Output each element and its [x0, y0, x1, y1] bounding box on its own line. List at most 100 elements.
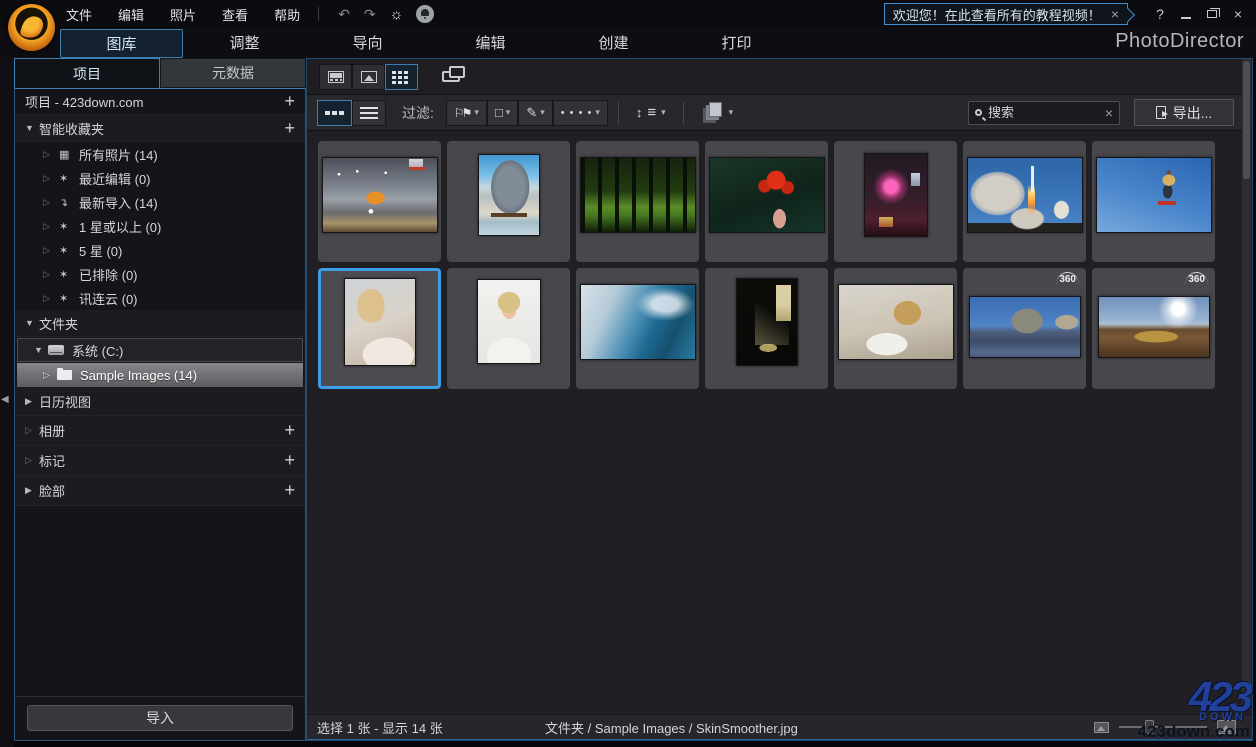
tab-guided[interactable]: 导向	[306, 29, 429, 58]
thumbnail-view-button[interactable]	[317, 99, 352, 126]
redo-icon[interactable]: ↷	[364, 6, 376, 23]
add-smart-collection-button[interactable]: +	[284, 118, 295, 139]
expand-icon[interactable]: ▷	[43, 173, 59, 184]
tree-item-five-star[interactable]: ▷ ✶ 5 星 (0)	[15, 238, 305, 262]
close-button[interactable]: ×	[1226, 4, 1250, 24]
tab-metadata[interactable]: 元数据	[160, 58, 306, 88]
expand-icon[interactable]: ▷	[43, 221, 59, 232]
minimize-button[interactable]	[1174, 4, 1198, 24]
smart-collection-header[interactable]: ▼ 智能收藏夹 +	[15, 115, 305, 142]
expand-icon[interactable]: ▶	[25, 485, 39, 496]
tree-item-excluded[interactable]: ▷ ✶ 已排除 (0)	[15, 262, 305, 286]
tab-adjust[interactable]: 调整	[183, 29, 306, 58]
faces-header[interactable]: ▶ 脸部 +	[15, 476, 305, 506]
color-label-filter-button[interactable]: • • • • ▾	[552, 99, 608, 126]
collapse-arrow-icon[interactable]: ◀	[1, 394, 9, 405]
photo-card-skateboarder[interactable]	[1092, 141, 1215, 262]
add-face-button[interactable]: +	[284, 480, 295, 501]
folders-header[interactable]: ▼ 文件夹	[15, 310, 305, 337]
expand-icon[interactable]: ▷	[43, 293, 59, 304]
collapse-icon[interactable]: ▼	[34, 345, 48, 355]
expand-icon[interactable]: ▷	[43, 245, 59, 256]
zoom-slider[interactable]	[1119, 720, 1207, 734]
photo-thumbnail[interactable]	[477, 153, 540, 236]
photo-thumbnail[interactable]	[735, 277, 798, 366]
tree-item-latest-import[interactable]: ▷ ↴ 最新导入 (14)	[15, 190, 305, 214]
tab-edit[interactable]: 编辑	[429, 29, 552, 58]
add-tag-button[interactable]: +	[284, 450, 295, 471]
dual-display-icon[interactable]	[442, 66, 465, 82]
scrollbar-thumb[interactable]	[1243, 61, 1250, 179]
photo-card-ocean-wave[interactable]	[576, 268, 699, 389]
photo-card-woman-smiling-selected[interactable]	[318, 268, 441, 389]
menu-file[interactable]: 文件	[66, 5, 92, 24]
photo-thumbnail[interactable]	[863, 152, 928, 237]
rating-filter-button[interactable]: □ ▾	[486, 99, 519, 126]
menu-help[interactable]: 帮助	[274, 5, 300, 24]
photo-card-rocket-launch[interactable]	[963, 141, 1086, 262]
photo-thumbnail[interactable]	[476, 279, 541, 364]
zoom-slider-handle[interactable]	[1145, 720, 1154, 734]
photo-card-neon-shop[interactable]	[834, 141, 957, 262]
list-view-button[interactable]	[352, 99, 386, 126]
maximize-button[interactable]	[1200, 4, 1224, 24]
photo-thumbnail[interactable]	[579, 156, 696, 233]
notification-bell-icon[interactable]	[416, 5, 435, 23]
calendar-view-header[interactable]: ▶ 日历视图	[15, 387, 305, 416]
tree-item-one-star-up[interactable]: ▷ ✶ 1 星或以上 (0)	[15, 214, 305, 238]
photo-thumbnail[interactable]	[321, 156, 438, 233]
export-button[interactable]: 导出...	[1134, 99, 1234, 126]
browser-view-button[interactable]	[319, 63, 352, 90]
edited-filter-button[interactable]: ✎ ▾	[518, 99, 553, 126]
tab-library[interactable]: 图库	[60, 28, 183, 58]
add-project-button[interactable]: +	[284, 91, 295, 112]
tab-print[interactable]: 打印	[675, 29, 798, 58]
tree-item-drive-c[interactable]: ▼ 系统 (C:)	[17, 338, 303, 362]
photo-card-karst-rock-boat[interactable]	[447, 141, 570, 262]
photo-thumbnail[interactable]	[343, 277, 416, 366]
search-input[interactable]	[988, 105, 1099, 120]
tab-project[interactable]: 项目	[14, 58, 160, 88]
photo-thumbnail[interactable]	[966, 156, 1083, 233]
sidebar-collapse-strip[interactable]: ◀	[0, 58, 14, 747]
photo-thumbnail[interactable]	[1095, 156, 1212, 233]
tree-item-all-photos[interactable]: ▷ ▦ 所有照片 (14)	[15, 142, 305, 166]
flag-filter-button[interactable]: ⚐⚑ ▾	[445, 99, 487, 126]
photo-card-maple-leaf[interactable]	[705, 141, 828, 262]
menu-edit[interactable]: 编辑	[118, 5, 144, 24]
zoom-in-thumbnail-icon[interactable]	[1217, 720, 1236, 734]
stack-button[interactable]: ▾	[694, 100, 741, 126]
tags-header[interactable]: ▷ 标记 +	[15, 446, 305, 476]
collapse-icon[interactable]: ▼	[25, 318, 39, 328]
photo-thumbnail[interactable]	[579, 283, 696, 360]
zoom-out-thumbnail-icon[interactable]	[1094, 721, 1109, 733]
photo-card-woman-laughing[interactable]	[447, 268, 570, 389]
menu-view[interactable]: 查看	[222, 5, 248, 24]
photo-card-basketball-dunk[interactable]	[318, 141, 441, 262]
vertical-scrollbar[interactable]	[1242, 59, 1251, 710]
tree-item-cyberlink-cloud[interactable]: ▷ ✶ 讯连云 (0)	[15, 286, 305, 310]
photo-card-woman-leaning[interactable]	[834, 268, 957, 389]
photo-card-pano-mountain[interactable]: 360	[963, 268, 1086, 389]
menu-photo[interactable]: 照片	[170, 5, 196, 24]
tree-item-recently-edited[interactable]: ▷ ✶ 最近编辑 (0)	[15, 166, 305, 190]
single-view-button[interactable]	[352, 63, 385, 90]
import-button[interactable]: 导入	[27, 705, 293, 731]
tree-item-sample-images[interactable]: ▷ Sample Images (14)	[17, 363, 303, 387]
expand-icon[interactable]: ▷	[25, 425, 39, 436]
expand-icon[interactable]: ▷	[43, 269, 59, 280]
photo-card-pano-canyon[interactable]: 360	[1092, 268, 1215, 389]
photo-thumbnail[interactable]	[708, 156, 825, 233]
settings-gear-icon[interactable]: ☼	[390, 6, 404, 23]
collapse-icon[interactable]: ▼	[25, 123, 39, 133]
expand-icon[interactable]: ▷	[43, 197, 59, 208]
undo-icon[interactable]: ↶	[338, 6, 350, 23]
tooltip-close-icon[interactable]: ×	[1111, 6, 1119, 22]
photo-thumbnail[interactable]	[1097, 295, 1210, 358]
photo-thumbnail[interactable]	[837, 283, 954, 360]
add-album-button[interactable]: +	[284, 420, 295, 441]
expand-icon[interactable]: ▷	[43, 149, 59, 160]
photo-thumbnail[interactable]	[968, 295, 1081, 358]
photo-card-forest[interactable]	[576, 141, 699, 262]
help-button[interactable]: ?	[1148, 4, 1172, 24]
